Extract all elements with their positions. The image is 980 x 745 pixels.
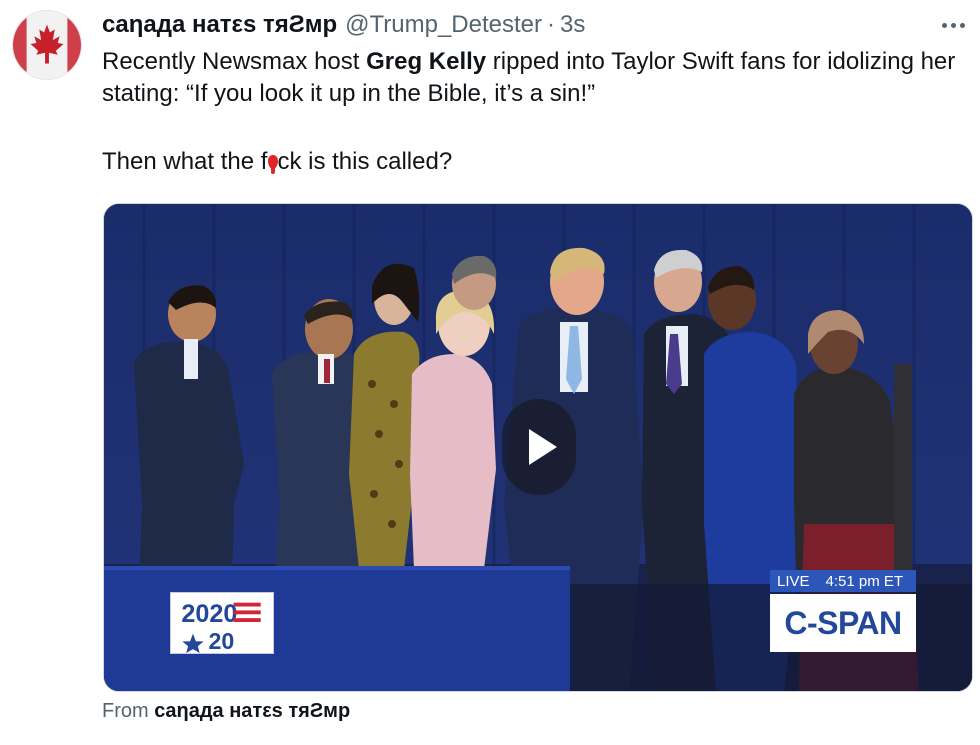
display-name[interactable]: caηaдa нaтεs тяƧмp (102, 11, 337, 39)
bold-name: Greg Kelly (366, 48, 487, 75)
source-name-link[interactable]: caηaдa нaтεs тяƧмp (154, 700, 350, 722)
text-segment: ck is this called? (277, 148, 453, 175)
tweet[interactable]: caηaдa нaтεs тяƧмp @Trump_Detester · 3s … (0, 0, 980, 745)
avatar[interactable] (12, 10, 82, 80)
source-attribution: From caηaдa нaтεs тяƧмp (102, 700, 350, 723)
tweet-header: caηaдa нaтεs тяƧмp @Trump_Detester · 3s (102, 9, 585, 41)
logo-2020: 2020 20 (170, 592, 274, 654)
svg-text:2020: 2020 (181, 600, 237, 628)
from-label: From (102, 700, 149, 722)
network-logo: C-SPAN (770, 594, 916, 652)
user-handle[interactable]: @Trump_Detester (345, 11, 542, 39)
text-segment: Recently Newsmax host (102, 48, 367, 75)
blood-drop-emoji-icon (267, 152, 279, 174)
canada-flag-icon (13, 11, 81, 79)
live-label: LIVE (777, 572, 810, 590)
svg-text:20: 20 (208, 628, 234, 653)
timestamp[interactable]: 3s (560, 11, 585, 39)
tweet-text: Recently Newsmax host Greg Kelly ripped … (102, 46, 962, 178)
play-icon[interactable] (502, 399, 576, 495)
live-time: 4:51 pm ET (825, 572, 904, 590)
tweet-paragraph-1: Recently Newsmax host Greg Kelly ripped … (102, 46, 962, 110)
video-media[interactable]: 2020 20 LIVE 4:51 pm ET C-SPAN (103, 203, 973, 692)
more-options-icon[interactable] (936, 10, 970, 40)
live-indicator: LIVE 4:51 pm ET (770, 570, 916, 592)
separator-dot: · (547, 11, 556, 38)
text-segment: Then what the f (102, 148, 268, 175)
tweet-paragraph-2: Then what the f ck is this called? (102, 146, 962, 178)
